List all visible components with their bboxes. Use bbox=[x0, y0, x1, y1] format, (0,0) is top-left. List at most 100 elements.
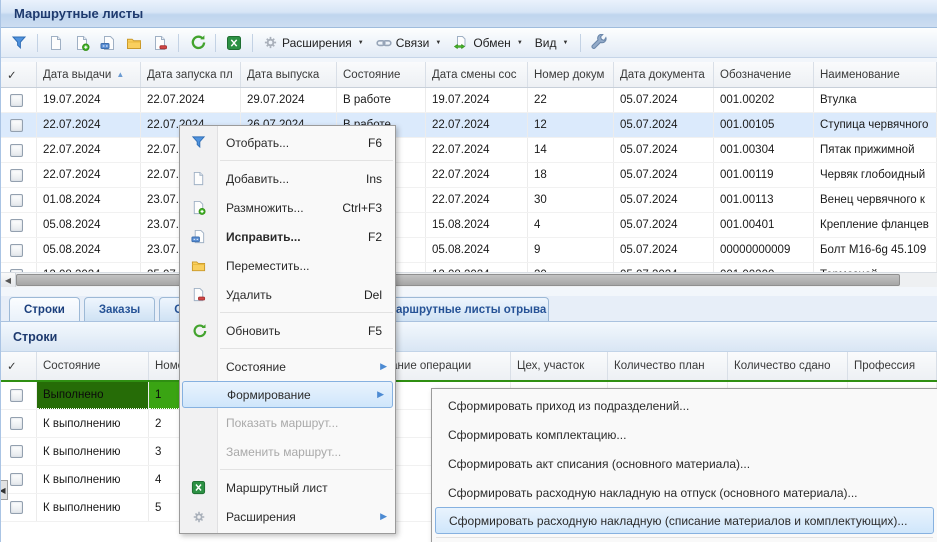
row-checkbox[interactable] bbox=[10, 144, 23, 157]
menu-item[interactable]: Состояние▶ bbox=[180, 352, 395, 381]
edit-button[interactable] bbox=[96, 31, 120, 55]
menu-item[interactable]: Исправить...F2 bbox=[180, 222, 395, 251]
column-header-line-state[interactable]: Состояние bbox=[37, 352, 149, 380]
column-header-designation[interactable]: Обозначение bbox=[714, 62, 814, 87]
submenu-item[interactable]: Сформировать комплектацию... bbox=[432, 420, 937, 449]
menu-item[interactable]: Добавить...Ins bbox=[180, 164, 395, 193]
chevron-down-icon: ▼ bbox=[517, 40, 523, 46]
table-row[interactable]: 01.08.202423.07.202422.07.20243005.07.20… bbox=[1, 188, 937, 213]
column-header-profession[interactable]: Профессия bbox=[848, 352, 937, 380]
tab-zakazy[interactable]: Заказы bbox=[84, 297, 155, 321]
table-row[interactable]: 22.07.202422.07.202422.07.20241805.07.20… bbox=[1, 163, 937, 188]
menu-item-label: Переместить... bbox=[217, 259, 395, 273]
row-checkbox[interactable] bbox=[10, 269, 23, 273]
row-checkbox[interactable] bbox=[10, 194, 23, 207]
scroll-left-button[interactable]: ◀ bbox=[1, 273, 16, 287]
column-header-issue-date[interactable]: Дата выдачи▲ bbox=[37, 62, 141, 87]
table-row[interactable]: 05.08.202423.07.202415.08.2024405.07.202… bbox=[1, 213, 937, 238]
filter-button[interactable] bbox=[7, 31, 31, 55]
check-column-header[interactable]: ✓ bbox=[1, 62, 37, 87]
table-cell: 05.07.2024 bbox=[614, 88, 714, 112]
menu-item[interactable]: Маршрутный лист bbox=[180, 473, 395, 502]
submenu-item[interactable]: Сформировать акт списания (основного мат… bbox=[432, 449, 937, 478]
view-dropdown[interactable]: Вид▼ bbox=[531, 31, 575, 55]
row-select-cell bbox=[1, 88, 37, 112]
copy-document-icon bbox=[74, 35, 90, 51]
filter-icon bbox=[11, 35, 27, 51]
folder-icon bbox=[180, 258, 217, 273]
menu-item[interactable]: УдалитьDel bbox=[180, 280, 395, 309]
column-header-workshop[interactable]: Цех, участок bbox=[511, 352, 608, 380]
table-cell: 05.07.2024 bbox=[614, 213, 714, 237]
scroll-left-arrow[interactable]: ◀ bbox=[0, 480, 8, 500]
move-button[interactable] bbox=[122, 31, 146, 55]
new-document-icon bbox=[48, 35, 64, 51]
menu-item[interactable]: Формирование▶ bbox=[182, 381, 393, 408]
column-header-launch-date[interactable]: Дата запуска пл bbox=[141, 62, 241, 87]
table-cell: 00000000009 bbox=[714, 238, 814, 262]
extensions-dropdown[interactable]: Расширения▼ bbox=[259, 31, 370, 55]
row-checkbox[interactable] bbox=[10, 501, 23, 514]
table-row[interactable]: 22.07.202422.07.202426.07.2024В работе22… bbox=[1, 113, 937, 138]
settings-button[interactable] bbox=[587, 31, 611, 55]
table-row[interactable]: 19.07.202422.07.202429.07.2024В работе19… bbox=[1, 88, 937, 113]
refresh-button[interactable] bbox=[185, 31, 209, 55]
menu-item[interactable]: Размножить...Ctrl+F3 bbox=[180, 193, 395, 222]
table-row[interactable]: 22.07.202422.07.202422.07.20241405.07.20… bbox=[1, 138, 937, 163]
delete-button[interactable] bbox=[148, 31, 172, 55]
chevron-down-icon: ▼ bbox=[562, 40, 568, 46]
add-button[interactable] bbox=[44, 31, 68, 55]
page-title: Маршрутные листы bbox=[14, 6, 143, 21]
scrollbar-thumb[interactable] bbox=[16, 274, 900, 286]
menu-item[interactable]: Переместить... bbox=[180, 251, 395, 280]
edit-document-icon bbox=[191, 229, 206, 244]
menu-item[interactable]: Расширения▶ bbox=[180, 502, 395, 531]
column-header-qty-plan[interactable]: Количество план bbox=[608, 352, 728, 380]
table-cell: 12 bbox=[528, 113, 614, 137]
duplicate-button[interactable] bbox=[70, 31, 94, 55]
refresh-icon bbox=[191, 323, 207, 339]
row-checkbox[interactable] bbox=[10, 389, 23, 402]
row-checkbox[interactable] bbox=[10, 169, 23, 182]
table-cell: 05.07.2024 bbox=[614, 188, 714, 212]
row-checkbox[interactable] bbox=[10, 219, 23, 232]
table-row[interactable]: 12.08.202425.07.202412.08.20242005.07.20… bbox=[1, 263, 937, 272]
check-column-header[interactable]: ✓ bbox=[1, 352, 37, 380]
column-header-doc-date[interactable]: Дата документа bbox=[614, 62, 714, 87]
menu-separator bbox=[220, 469, 393, 470]
row-checkbox[interactable] bbox=[10, 94, 23, 107]
row-checkbox[interactable] bbox=[10, 119, 23, 132]
exchange-dropdown[interactable]: Обмен▼ bbox=[449, 31, 528, 55]
submenu-item[interactable]: Сформировать расходную накладную (списан… bbox=[435, 507, 934, 534]
route-sheets-window: Маршрутные листы Расширения▼ Связи▼ Обме… bbox=[0, 0, 937, 542]
column-header-name[interactable]: Наименование bbox=[814, 62, 937, 87]
toolbar-separator bbox=[252, 34, 253, 52]
toolbar: Расширения▼ Связи▼ Обмен▼ Вид▼ bbox=[1, 28, 937, 58]
links-dropdown[interactable]: Связи▼ bbox=[372, 31, 448, 55]
table-row[interactable]: 05.08.202423.07.202405.08.2024905.07.202… bbox=[1, 238, 937, 263]
row-checkbox[interactable] bbox=[10, 417, 23, 430]
column-header-state[interactable]: Состояние bbox=[337, 62, 426, 87]
gear-icon bbox=[263, 35, 278, 50]
submenu-item[interactable]: Сформировать расходную накладную на отпу… bbox=[432, 478, 937, 507]
doccopy-icon bbox=[180, 200, 217, 215]
column-header-release-date[interactable]: Дата выпуска bbox=[241, 62, 337, 87]
submenu-item[interactable]: Сформировать приход из подразделений... bbox=[432, 391, 937, 420]
table-cell: 12.08.2024 bbox=[426, 263, 528, 272]
table-cell: Втулка bbox=[814, 88, 937, 112]
column-header-state-change-date[interactable]: Дата смены сос bbox=[426, 62, 528, 87]
row-checkbox[interactable] bbox=[10, 473, 23, 486]
tab-route-sheets-tear-off[interactable]: Маршрутные листы отрыва bbox=[383, 297, 549, 321]
tab-stroki[interactable]: Строки bbox=[9, 297, 80, 321]
row-checkbox[interactable] bbox=[10, 244, 23, 257]
exchange-icon bbox=[453, 35, 469, 51]
export-excel-button[interactable] bbox=[222, 31, 246, 55]
menu-item[interactable]: Отобрать...F6 bbox=[180, 128, 395, 157]
menu-shortcut: F2 bbox=[368, 230, 395, 244]
column-header-doc-number[interactable]: Номер докум bbox=[528, 62, 614, 87]
column-header-qty-done[interactable]: Количество сдано bbox=[728, 352, 848, 380]
horizontal-scrollbar[interactable]: ◀ bbox=[1, 272, 937, 287]
table-cell: 001.00401 bbox=[714, 213, 814, 237]
menu-item[interactable]: ОбновитьF5 bbox=[180, 316, 395, 345]
row-checkbox[interactable] bbox=[10, 445, 23, 458]
